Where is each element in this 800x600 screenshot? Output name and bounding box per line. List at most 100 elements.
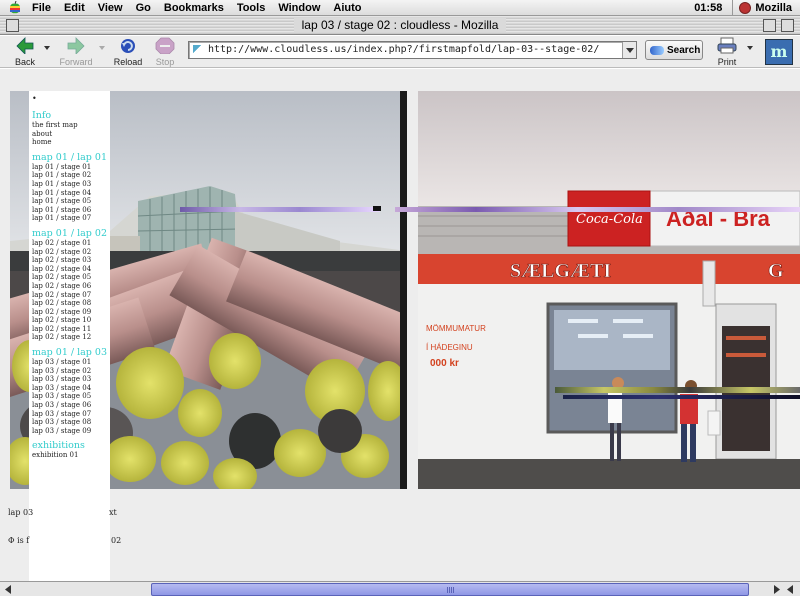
nav-link[interactable]: lap 03 / stage 05: [32, 392, 110, 401]
nav-link[interactable]: home: [32, 138, 110, 147]
footer-end: 02: [111, 536, 122, 545]
menu-window[interactable]: Window: [278, 2, 320, 14]
caption-end: xt: [109, 508, 117, 517]
application-menu[interactable]: Mozilla: [732, 0, 800, 16]
nav-link[interactable]: the first map: [32, 121, 110, 130]
glitch-strip: [180, 207, 380, 212]
print-button[interactable]: Print: [712, 36, 742, 67]
mozilla-logo-letter: m: [770, 42, 788, 61]
nav-link[interactable]: lap 02 / stage 02: [32, 248, 110, 257]
nav-link[interactable]: lap 03 / stage 03: [32, 375, 110, 384]
nav-link[interactable]: lap 02 / stage 12: [32, 333, 110, 342]
nav-link[interactable]: lap 01 / stage 04: [32, 189, 110, 198]
apple-menu-icon[interactable]: [8, 0, 22, 15]
search-label: Search: [667, 44, 701, 56]
forward-button[interactable]: Forward: [56, 36, 96, 67]
nav-link[interactable]: lap 01 / stage 06: [32, 206, 110, 215]
section-info-title[interactable]: Info: [32, 110, 110, 121]
nav-link[interactable]: lap 02 / stage 05: [32, 273, 110, 282]
nav-link[interactable]: lap 03 / stage 01: [32, 358, 110, 367]
nav-link[interactable]: lap 03 / stage 04: [32, 384, 110, 393]
nav-link[interactable]: lap 01 / stage 02: [32, 171, 110, 180]
window-title-wrap: lap 03 / stage 02 : cloudless - Mozilla: [0, 18, 800, 32]
nav-link[interactable]: lap 01 / stage 07: [32, 214, 110, 223]
window-sign-line-1: MÖMMUMATUR: [426, 324, 486, 333]
nav-link[interactable]: lap 02 / stage 07: [32, 291, 110, 300]
back-button[interactable]: Back: [10, 36, 40, 67]
window-title: lap 03 / stage 02 : cloudless - Mozilla: [293, 18, 507, 32]
horizontal-scrollbar[interactable]: [0, 581, 800, 596]
reload-label: Reload: [113, 57, 143, 67]
url-bar[interactable]: http://www.cloudless.us/index.php?/first…: [188, 41, 637, 59]
nav-link[interactable]: lap 02 / stage 03: [32, 256, 110, 265]
search-button[interactable]: Search: [645, 40, 703, 60]
stop-icon: [155, 37, 175, 55]
print-label: Print: [717, 57, 737, 67]
nav-link[interactable]: lap 03 / stage 06: [32, 401, 110, 410]
nav-link[interactable]: lap 02 / stage 11: [32, 325, 110, 334]
mozilla-logo-icon[interactable]: m: [765, 39, 793, 65]
nav-link[interactable]: lap 02 / stage 09: [32, 308, 110, 317]
nav-link[interactable]: exhibition 01: [32, 451, 110, 460]
scroll-left-arrow-icon-2[interactable]: [784, 583, 797, 596]
menu-bookmarks[interactable]: Bookmarks: [164, 2, 224, 14]
menu-help[interactable]: Aiuto: [333, 2, 361, 14]
nav-link[interactable]: lap 02 / stage 06: [32, 282, 110, 291]
nav-link[interactable]: lap 03 / stage 07: [32, 410, 110, 419]
menu-tools[interactable]: Tools: [237, 2, 266, 14]
back-arrow-icon: [16, 37, 34, 55]
reload-icon: [121, 39, 135, 53]
page-content: Coca-Cola Aðal - Bra SÆLGÆTI G MÖMMUMATU…: [0, 69, 800, 596]
menu-file[interactable]: File: [32, 2, 51, 14]
footer-text: Φ is f 02: [8, 536, 121, 545]
nav-link[interactable]: lap 02 / stage 10: [32, 316, 110, 325]
url-text[interactable]: http://www.cloudless.us/index.php?/first…: [208, 44, 599, 55]
forward-arrow-icon: [67, 37, 85, 55]
window-title-bar[interactable]: lap 03 / stage 02 : cloudless - Mozilla: [0, 16, 800, 35]
store-sign-text-edge: G: [768, 260, 784, 282]
section-lap01-title[interactable]: map 01 / lap 01: [32, 152, 110, 163]
section-lap03-title[interactable]: map 01 / lap 03: [32, 347, 110, 358]
menu-go[interactable]: Go: [136, 2, 151, 14]
forward-label: Forward: [59, 57, 93, 67]
nav-link[interactable]: lap 02 / stage 01: [32, 239, 110, 248]
menu-clock[interactable]: 01:58: [694, 2, 722, 14]
print-dropdown-icon[interactable]: [747, 46, 753, 50]
search-icon: [650, 45, 664, 55]
glitch-strip: [555, 387, 800, 393]
menu-edit[interactable]: Edit: [64, 2, 85, 14]
nav-link[interactable]: lap 02 / stage 08: [32, 299, 110, 308]
footer-start: Φ is f: [8, 536, 30, 545]
section-lap02-title[interactable]: map 01 / lap 02: [32, 228, 110, 239]
caption-start: lap 03: [8, 508, 34, 517]
scroll-left-arrow-icon[interactable]: [2, 583, 15, 596]
scroll-right-arrow-icon[interactable]: [770, 583, 783, 596]
back-history-dropdown-icon[interactable]: [44, 46, 50, 50]
nav-link[interactable]: about: [32, 130, 110, 139]
url-history-dropdown-icon[interactable]: [622, 42, 636, 58]
back-label: Back: [14, 57, 35, 67]
forward-history-dropdown-icon[interactable]: [99, 46, 105, 50]
sidebar-bullet: •: [32, 94, 37, 103]
nav-link[interactable]: lap 01 / stage 05: [32, 197, 110, 206]
glitch-strip: [395, 207, 800, 212]
nav-link[interactable]: lap 03 / stage 09: [32, 427, 110, 436]
stop-label: Stop: [155, 57, 175, 67]
application-name: Mozilla: [755, 2, 792, 14]
scrollbar-thumb[interactable]: [151, 583, 749, 596]
collapse-box-icon[interactable]: [781, 19, 794, 32]
scrollbar-grip: [447, 587, 455, 593]
nav-link[interactable]: lap 01 / stage 01: [32, 163, 110, 172]
nav-link[interactable]: lap 02 / stage 04: [32, 265, 110, 274]
nav-link[interactable]: lap 03 / stage 08: [32, 418, 110, 427]
reload-button[interactable]: Reload: [112, 36, 144, 67]
zoom-box-icon[interactable]: [763, 19, 776, 32]
store-sign-text: SÆLGÆTI: [510, 260, 611, 282]
caption-text: lap 03 xt: [8, 508, 117, 517]
coke-sign-text: Coca-Cola: [576, 212, 643, 227]
section-exhibitions-title[interactable]: exhibitions: [32, 440, 110, 451]
nav-link[interactable]: lap 03 / stage 02: [32, 367, 110, 376]
menu-view[interactable]: View: [98, 2, 123, 14]
nav-link[interactable]: lap 01 / stage 03: [32, 180, 110, 189]
stop-button[interactable]: Stop: [150, 36, 180, 67]
